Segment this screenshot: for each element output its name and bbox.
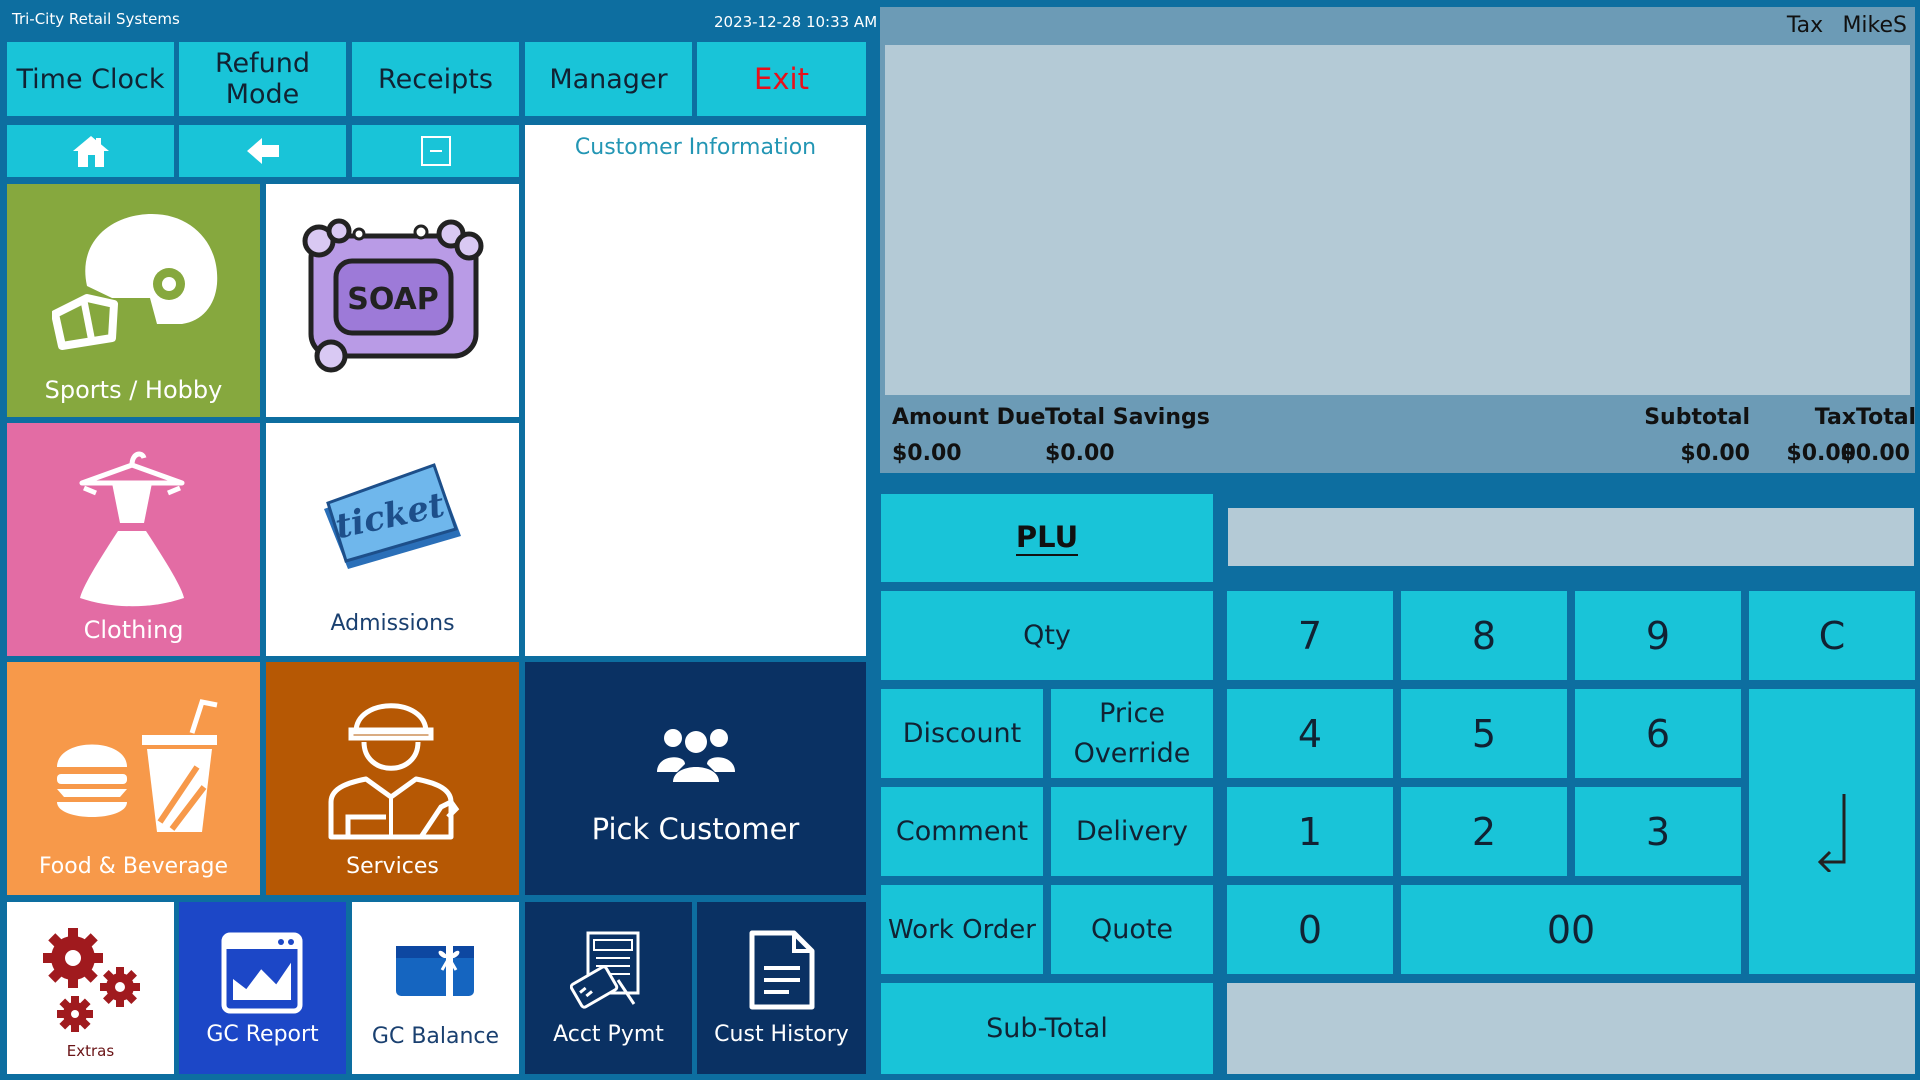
soap-tile[interactable]: SOAP xyxy=(266,184,519,417)
key-00[interactable]: 00 xyxy=(1401,885,1741,974)
plu-label: PLU xyxy=(1015,520,1079,556)
receipt-tax-header: Tax xyxy=(1786,13,1824,38)
enter-icon xyxy=(1817,793,1846,872)
total-savings-label: Total Savings xyxy=(1045,405,1210,430)
gc-balance-tile[interactable]: GC Balance xyxy=(352,902,519,1074)
dress-icon xyxy=(79,451,185,607)
food-beverage-icon xyxy=(57,699,218,832)
pick-customer-button[interactable]: Pick Customer xyxy=(525,662,866,895)
receipt-list[interactable] xyxy=(885,45,1910,395)
plu-input[interactable] xyxy=(1228,508,1914,566)
arrow-left-icon xyxy=(246,138,279,164)
users-icon xyxy=(657,729,735,782)
plu-button[interactable]: PLU xyxy=(881,494,1213,582)
clear-button[interactable]: C xyxy=(1749,591,1915,680)
price-override-label-1: Price xyxy=(1099,697,1165,729)
sub-total-button[interactable]: Sub-Total xyxy=(881,983,1213,1074)
minimize-icon xyxy=(420,136,451,166)
clothing-label: Clothing xyxy=(83,616,184,644)
key-2[interactable]: 2 xyxy=(1401,787,1567,876)
key-7[interactable]: 7 xyxy=(1227,591,1393,680)
work-order-button[interactable]: Work Order xyxy=(881,885,1043,974)
mechanic-icon xyxy=(328,703,460,840)
cust-history-label: Cust History xyxy=(714,1022,849,1047)
services-label: Services xyxy=(346,854,439,879)
tax-label: Tax xyxy=(1814,405,1856,430)
payment-icon xyxy=(570,931,640,1009)
gc-report-tile[interactable]: GC Report xyxy=(179,902,346,1074)
refund-mode-button[interactable]: Refund Mode xyxy=(179,42,346,116)
customer-info-panel: Customer Information xyxy=(525,125,866,656)
back-button[interactable] xyxy=(179,125,346,177)
price-override-button[interactable]: Price Override xyxy=(1051,689,1213,778)
home-icon xyxy=(72,136,109,167)
receipt-user: MikeS xyxy=(1842,13,1907,38)
extras-tile[interactable]: Extras xyxy=(7,902,174,1074)
key-1[interactable]: 1 xyxy=(1227,787,1393,876)
price-override-label-2: Override xyxy=(1073,737,1191,769)
key-4[interactable]: 4 xyxy=(1227,689,1393,778)
quote-button[interactable]: Quote xyxy=(1051,885,1213,974)
delivery-button[interactable]: Delivery xyxy=(1051,787,1213,876)
soap-icon: SOAP xyxy=(302,218,484,373)
food-beverage-label: Food & Beverage xyxy=(38,854,229,879)
exit-button[interactable]: Exit xyxy=(697,42,866,116)
football-helmet-icon xyxy=(52,214,218,350)
cust-history-tile[interactable]: Cust History xyxy=(697,902,866,1074)
gc-balance-label: GC Balance xyxy=(371,1024,500,1049)
gc-report-label: GC Report xyxy=(206,1022,319,1047)
receipt-panel: Tax MikeS Amount Due $0.00 Total Savings… xyxy=(880,7,1917,473)
qty-button[interactable]: Qty xyxy=(881,591,1213,680)
key-9[interactable]: 9 xyxy=(1575,591,1741,680)
amount-due-label: Amount Due xyxy=(892,405,1046,430)
time-clock-button[interactable]: Time Clock xyxy=(7,42,174,116)
keypad-display xyxy=(1227,983,1915,1074)
document-icon xyxy=(749,930,815,1010)
gears-icon xyxy=(43,928,140,1032)
enter-button[interactable] xyxy=(1749,689,1915,974)
chart-report-icon xyxy=(221,932,303,1014)
receipts-button[interactable]: Receipts xyxy=(352,42,519,116)
ticket-icon: ticket xyxy=(324,463,461,569)
key-0[interactable]: 0 xyxy=(1227,885,1393,974)
home-button[interactable] xyxy=(7,125,174,177)
sports-hobby-tile[interactable]: Sports / Hobby xyxy=(7,184,260,417)
pick-customer-label: Pick Customer xyxy=(591,812,800,846)
admissions-label: Admissions xyxy=(330,611,455,636)
acct-pymt-label: Acct Pymt xyxy=(553,1022,664,1047)
datetime: 2023-12-28 10:33 AM xyxy=(714,13,878,31)
subtotal-value: $0.00 xyxy=(1680,441,1750,466)
food-beverage-tile[interactable]: Food & Beverage xyxy=(7,662,260,895)
sports-hobby-label: Sports / Hobby xyxy=(44,376,223,404)
key-3[interactable]: 3 xyxy=(1575,787,1741,876)
comment-button[interactable]: Comment xyxy=(881,787,1043,876)
subtotal-label: Subtotal xyxy=(1644,405,1750,430)
extras-label: Extras xyxy=(66,1042,115,1060)
amount-due-value: $0.00 xyxy=(892,441,962,466)
customer-info-title: Customer Information xyxy=(574,135,817,160)
key-8[interactable]: 8 xyxy=(1401,591,1567,680)
total-value: $0.00 xyxy=(1840,441,1910,466)
acct-pymt-tile[interactable]: Acct Pymt xyxy=(525,902,692,1074)
minimize-button[interactable] xyxy=(352,125,519,177)
services-tile[interactable]: Services xyxy=(266,662,519,895)
manager-button[interactable]: Manager xyxy=(525,42,692,116)
total-label: Total xyxy=(1856,405,1917,430)
total-savings-value: $0.00 xyxy=(1045,441,1115,466)
soap-text: SOAP xyxy=(347,282,439,317)
key-6[interactable]: 6 xyxy=(1575,689,1741,778)
key-5[interactable]: 5 xyxy=(1401,689,1567,778)
company-name: Tri-City Retail Systems xyxy=(12,10,180,28)
admissions-tile[interactable]: ticket Admissions xyxy=(266,423,519,656)
gift-card-icon xyxy=(396,946,474,996)
discount-button[interactable]: Discount xyxy=(881,689,1043,778)
clothing-tile[interactable]: Clothing xyxy=(7,423,260,656)
